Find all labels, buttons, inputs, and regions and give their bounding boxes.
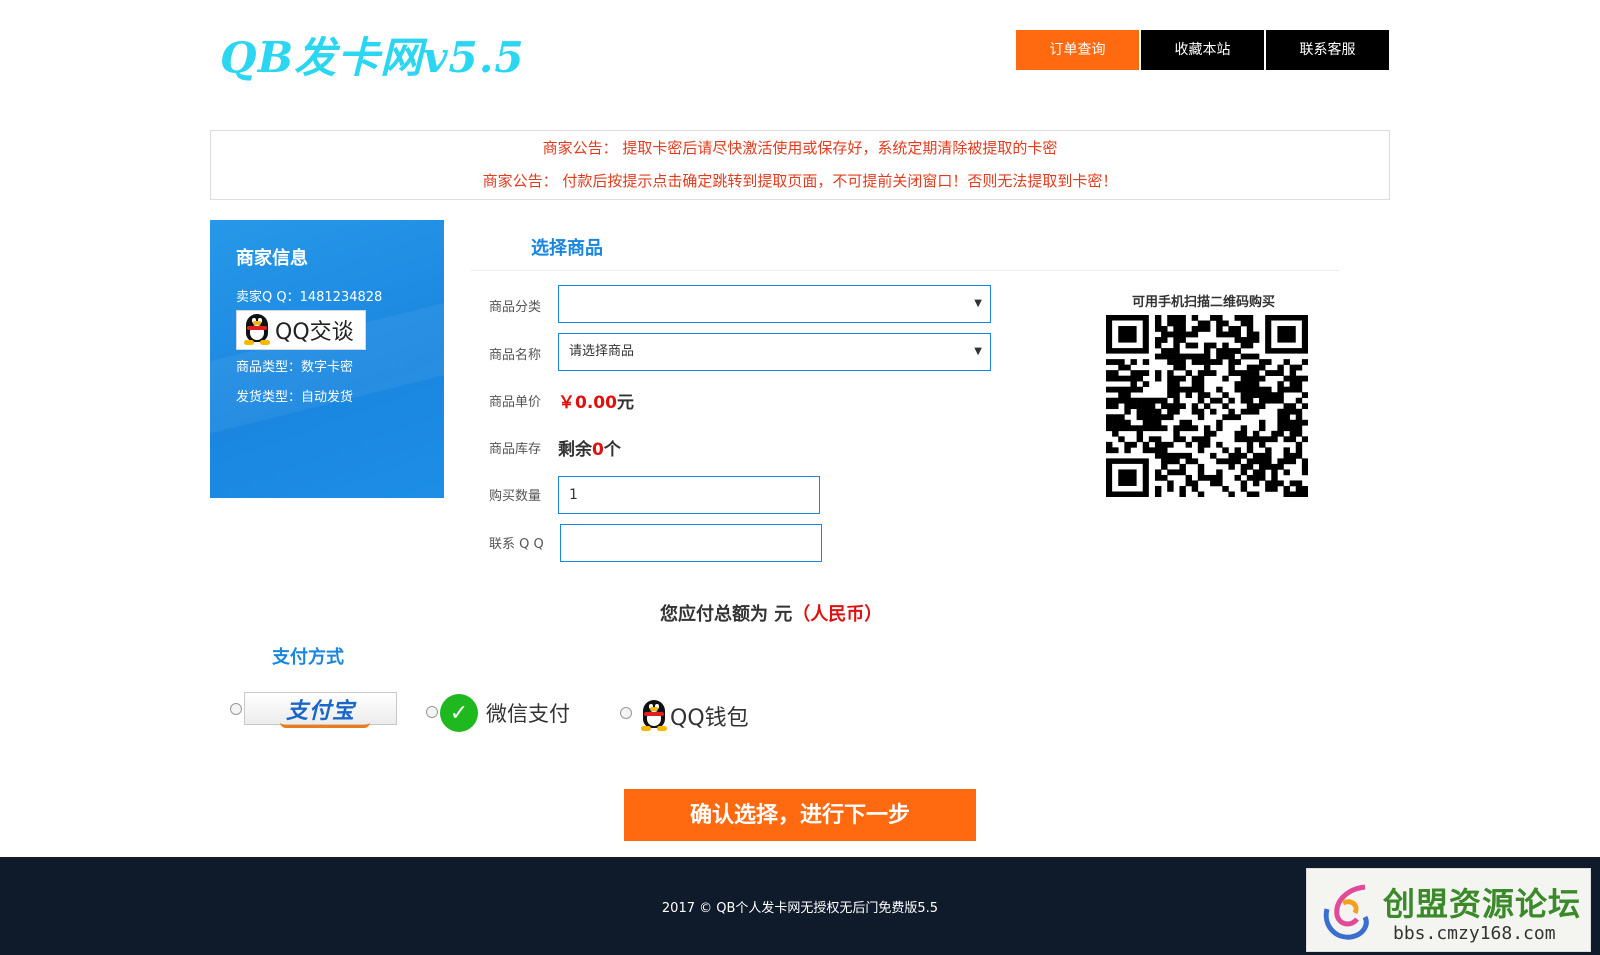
stock-prefix: 剩余 [558,440,592,460]
forum-watermark: 创盟资源论坛 bbs.cmzy168.com [1306,868,1591,952]
payment-method-title: 支付方式 [272,647,344,668]
contact-qq-label: 联系 Q Q [489,537,544,552]
price-value: ￥0.00元 [558,388,634,413]
nav-bookmark[interactable]: 收藏本站 [1141,30,1264,70]
wechat-pay-label: 微信支付 [486,702,570,726]
wechat-pay-option[interactable]: ✓ 微信支付 [440,694,570,732]
total-prefix: 您应付总额为 元 [660,604,793,625]
merchant-title: 商家信息 [236,248,308,269]
notice-line-2: 商家公告： 付款后按提示点击确定跳转到提取页面，不可提前关闭窗口！否则无法提取到… [482,172,1118,190]
stock-count: 0 [592,440,604,460]
price-amount: ￥0.00 [558,393,617,413]
wechat-check-icon: ✓ [440,694,478,732]
stock-label: 商品库存 [489,442,542,457]
alipay-label: 支付宝 [285,698,355,724]
alipay-radio[interactable] [230,703,242,715]
top-nav: 订单查询 收藏本站 联系客服 [1016,30,1389,70]
forum-logo-icon [1323,884,1369,940]
select-product-title: 选择商品 [531,238,603,259]
nav-contact-support[interactable]: 联系客服 [1266,30,1389,70]
product-name-label: 商品名称 [489,348,542,363]
total-currency: （人民币） [792,604,883,625]
goods-type: 商品类型：数字卡密 [236,360,354,375]
confirm-next-button[interactable]: 确认选择，进行下一步 [624,789,976,841]
seller-qq: 卖家Q Q：1481234828 [236,290,383,305]
watermark-title: 创盟资源论坛 [1383,885,1582,923]
total-amount: 您应付总额为 元（人民币） [660,600,882,626]
section-divider [470,270,1340,271]
qq-wallet-radio[interactable] [620,707,632,719]
qq-penguin-icon [640,700,668,732]
qr-code-image [1106,315,1308,497]
chevron-down-icon: ▼ [974,346,982,357]
notice-line-1: 商家公告： 提取卡密后请尽快激活使用或保存好，系统定期清除被提取的卡密 [542,139,1058,157]
merchant-info-card: 商家信息 卖家Q Q：1481234828 QQ交谈 商品类型：数字卡密 发货类… [210,220,444,498]
product-name-select-value: 请选择商品 [569,344,635,359]
contact-qq-input[interactable] [560,524,822,562]
qq-wallet-label: QQ钱包 [670,706,749,731]
product-name-select[interactable]: 请选择商品 ▼ [558,333,991,371]
alipay-option[interactable]: 支付宝 [244,692,397,728]
quantity-input[interactable]: 1 [558,476,820,514]
qr-label: 可用手机扫描二维码购买 [1132,295,1276,310]
quantity-label: 购买数量 [489,489,542,504]
site-logo[interactable]: QB发卡网v5.5 [220,24,525,85]
qq-chat-button[interactable]: QQ交谈 [236,310,366,350]
category-label: 商品分类 [489,300,542,315]
nav-order-query[interactable]: 订单查询 [1016,30,1139,70]
stock-suffix: 个 [603,440,621,460]
merchant-notice: 商家公告： 提取卡密后请尽快激活使用或保存好，系统定期清除被提取的卡密 商家公告… [210,130,1390,200]
alipay-logo: 支付宝 [279,693,370,728]
qq-wallet-option[interactable]: QQ钱包 [640,700,749,732]
price-label: 商品单价 [489,395,542,410]
price-unit: 元 [616,393,634,413]
stock-value: 剩余0个 [558,435,621,460]
qq-chat-label: QQ交谈 [275,320,354,345]
wechat-pay-radio[interactable] [426,706,438,718]
delivery-type: 发货类型：自动发货 [236,390,354,405]
category-select[interactable]: ▼ [558,285,991,323]
qq-penguin-icon [243,314,271,346]
chevron-down-icon: ▼ [974,298,982,309]
watermark-url: bbs.cmzy168.com [1393,923,1556,944]
